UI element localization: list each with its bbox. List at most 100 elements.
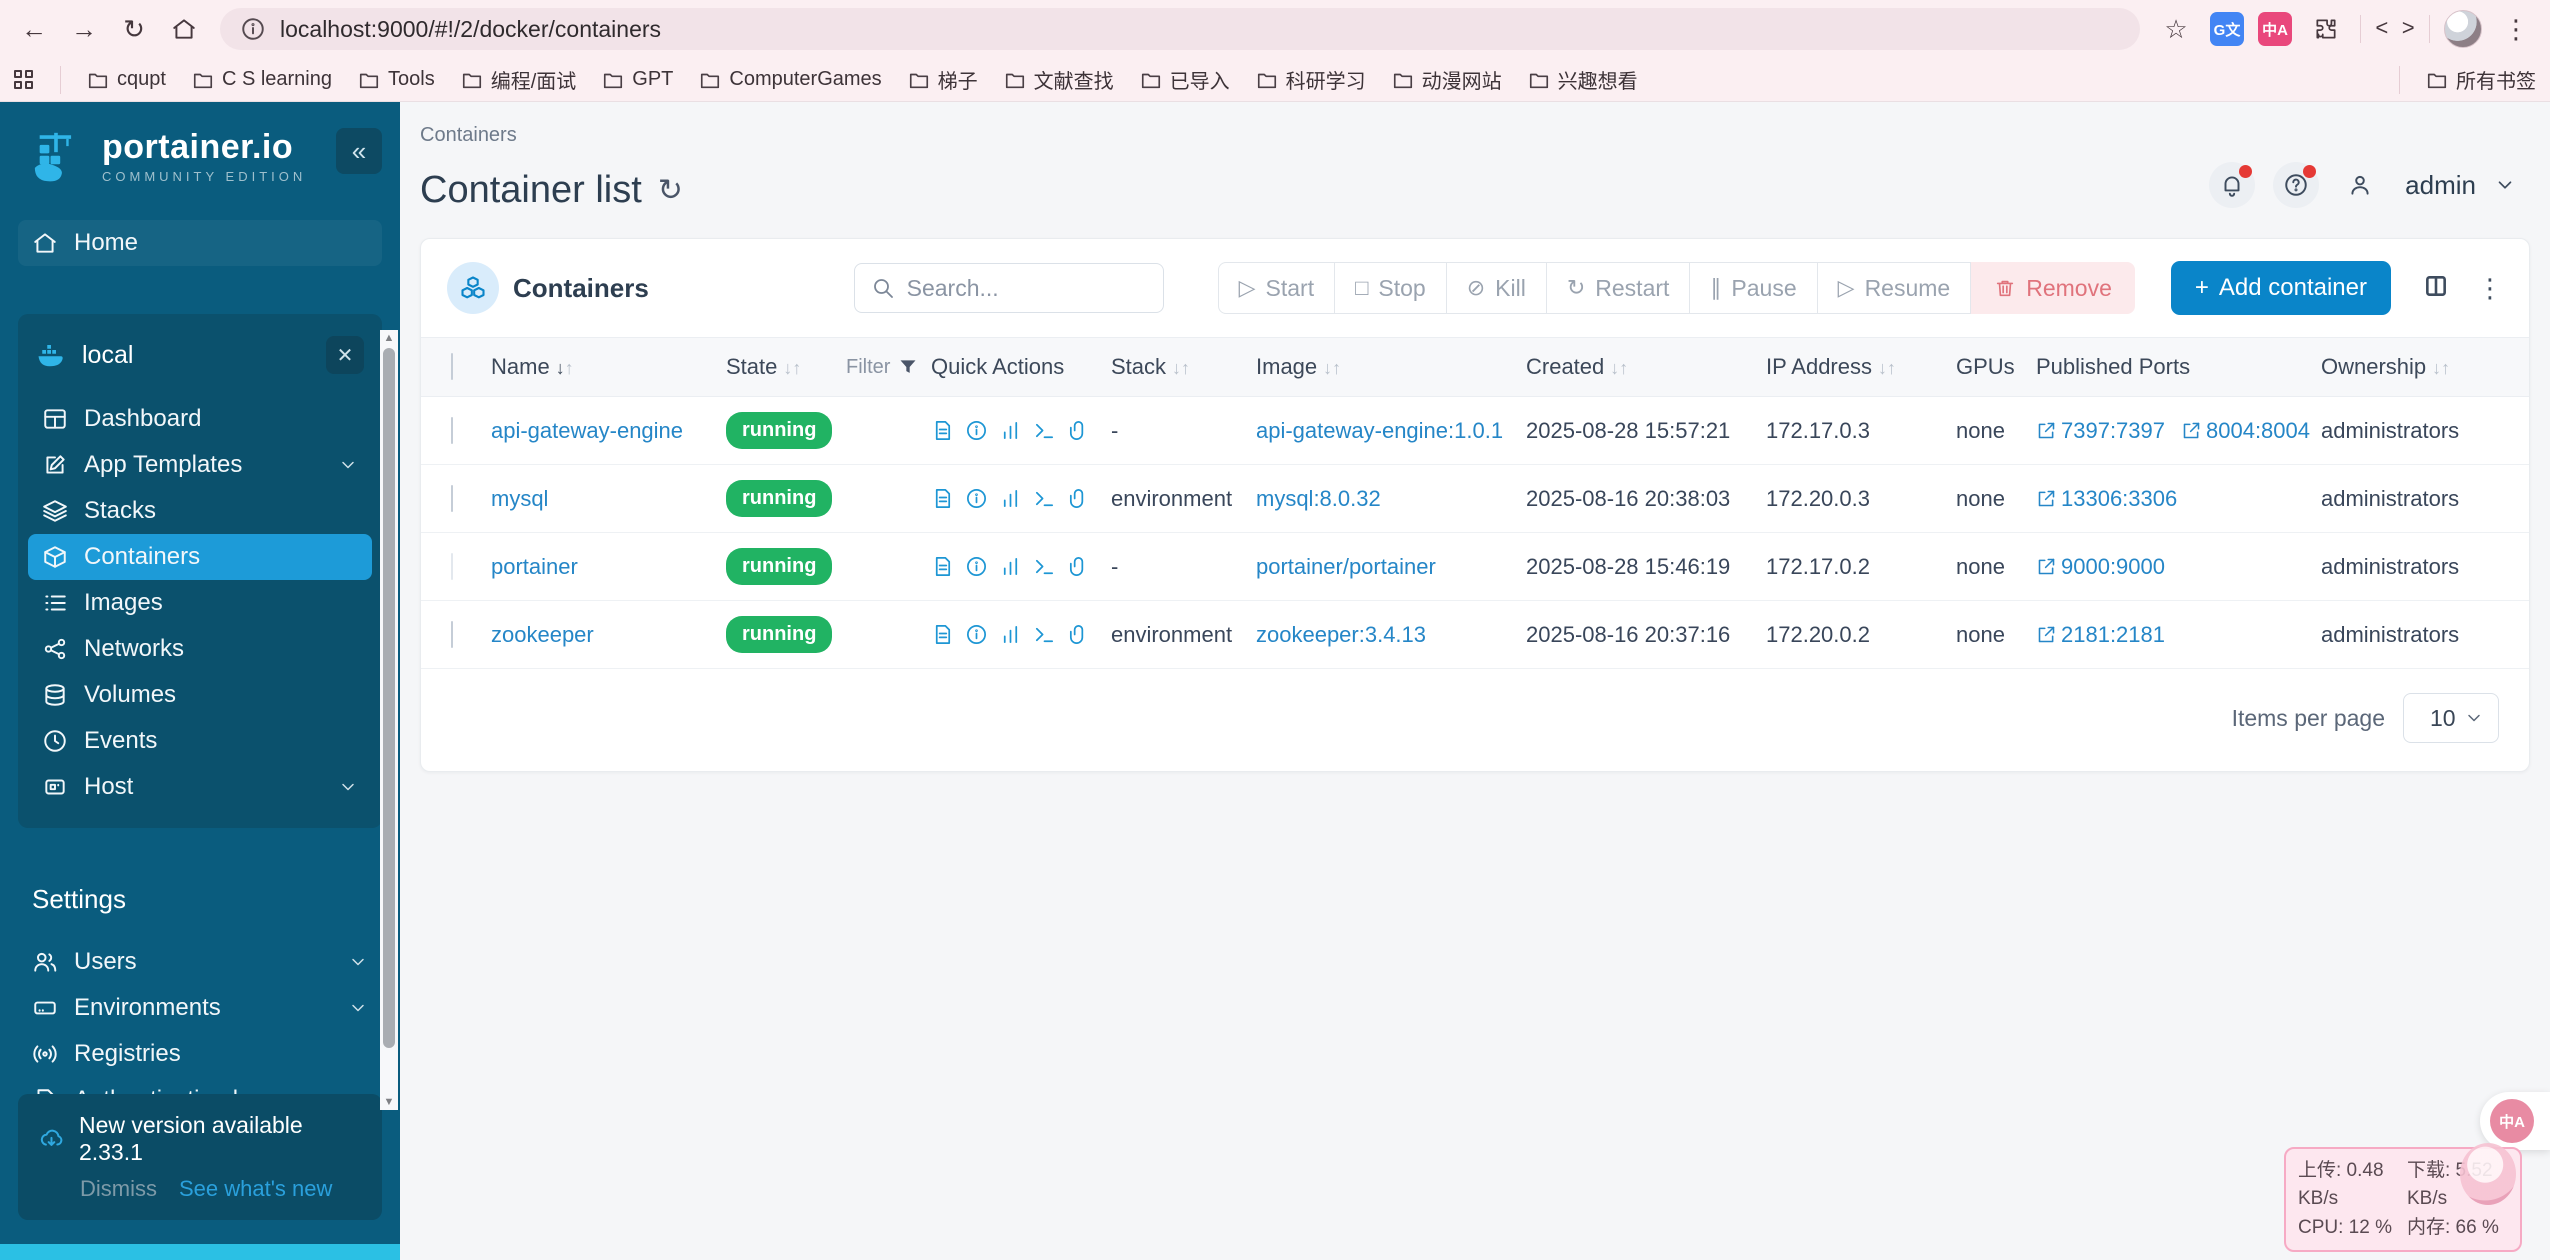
username[interactable]: admin <box>2405 170 2476 201</box>
published-port-link[interactable]: 2181:2181 <box>2036 622 2165 648</box>
published-port-link[interactable]: 8004:8004 <box>2181 418 2310 444</box>
attach-icon[interactable] <box>1067 623 1090 646</box>
inspect-icon[interactable] <box>965 623 988 646</box>
sidebar-item-volumes[interactable]: Volumes <box>28 672 372 718</box>
bookmark-folder[interactable]: 科研学习 <box>1256 65 1366 94</box>
kill-button[interactable]: ⊘ Kill <box>1446 262 1547 314</box>
sidebar-collapse-button[interactable]: « <box>336 128 382 174</box>
published-port-link[interactable]: 13306:3306 <box>2036 486 2177 512</box>
scroll-down-arrow[interactable]: ▼ <box>380 1094 398 1110</box>
bookmark-folder[interactable]: 动漫网站 <box>1392 65 1502 94</box>
inspect-icon[interactable] <box>965 555 988 578</box>
environment-close-button[interactable]: ✕ <box>326 336 364 374</box>
column-header-created[interactable]: Created ↓ ↑ <box>1526 354 1766 380</box>
container-name-link[interactable]: mysql <box>491 486 548 511</box>
resume-button[interactable]: ▷ Resume <box>1817 262 1972 314</box>
translate-extension-icon[interactable]: G文 <box>2210 12 2244 46</box>
forward-icon[interactable]: → <box>64 9 104 49</box>
logs-icon[interactable] <box>931 623 954 646</box>
image-link[interactable]: zookeeper:3.4.13 <box>1256 622 1426 647</box>
bookmark-folder[interactable]: 梯子 <box>908 65 978 94</box>
scroll-up-arrow[interactable]: ▲ <box>380 330 398 346</box>
bookmark-folder[interactable]: C S learning <box>192 68 332 91</box>
search-box[interactable] <box>853 263 1164 313</box>
column-header-name[interactable]: Name ↓ ↑ <box>491 354 726 380</box>
column-header-ownership[interactable]: Ownership ↓ ↑ <box>2321 354 2499 380</box>
profile-avatar[interactable] <box>2444 10 2482 48</box>
remove-button[interactable]: Remove <box>1971 262 2135 314</box>
row-checkbox[interactable] <box>451 484 453 512</box>
address-bar[interactable]: localhost:9000/#!/2/docker/containers <box>220 8 2140 50</box>
console-icon[interactable] <box>1033 487 1056 510</box>
attach-icon[interactable] <box>1067 419 1090 442</box>
sidebar-item-app-templates[interactable]: App Templates <box>28 442 372 488</box>
search-input[interactable] <box>906 274 1147 302</box>
sidebar-item-dashboard[interactable]: Dashboard <box>28 396 372 442</box>
state-filter-button[interactable]: Filter <box>846 356 931 379</box>
image-link[interactable]: api-gateway-engine:1.0.1 <box>1256 418 1503 443</box>
sidebar-item-events[interactable]: Events <box>28 718 372 764</box>
table-settings-kebab-icon[interactable]: ⋮ <box>2477 273 2503 304</box>
sidebar-scrollbar[interactable]: ▲ ▼ <box>380 330 398 1110</box>
bookmark-folder[interactable]: 已导入 <box>1140 65 1230 94</box>
column-header-stack[interactable]: Stack ↓ ↑ <box>1111 354 1256 380</box>
notifications-bell-button[interactable] <box>2209 162 2256 208</box>
bookmark-folder[interactable]: cqupt <box>87 68 166 91</box>
devtools-icon[interactable]: < > <box>2375 9 2415 49</box>
bookmark-folder[interactable]: ComputerGames <box>699 68 882 91</box>
chevron-down-icon[interactable] <box>2494 174 2516 196</box>
sidebar-item-networks[interactable]: Networks <box>28 626 372 672</box>
logs-icon[interactable] <box>931 555 954 578</box>
column-header-ip[interactable]: IP Address ↓ ↑ <box>1766 354 1956 380</box>
attach-icon[interactable] <box>1067 487 1090 510</box>
reload-icon[interactable]: ↻ <box>114 9 154 49</box>
all-bookmarks-folder[interactable]: 所有书签 <box>2426 65 2536 94</box>
start-button[interactable]: ▷ Start <box>1217 262 1336 314</box>
sidebar-item-registries[interactable]: Registries <box>18 1031 382 1077</box>
add-container-button[interactable]: + Add container <box>2170 261 2391 315</box>
logs-icon[interactable] <box>931 487 954 510</box>
logs-icon[interactable] <box>931 419 954 442</box>
stats-icon[interactable] <box>999 487 1022 510</box>
scrollbar-thumb[interactable] <box>383 348 395 1048</box>
stats-icon[interactable] <box>999 623 1022 646</box>
pause-button[interactable]: ∥ Pause <box>1690 262 1818 314</box>
stats-icon[interactable] <box>999 555 1022 578</box>
apps-grid-icon[interactable] <box>14 69 34 90</box>
attach-icon[interactable] <box>1067 555 1090 578</box>
user-menu-button[interactable] <box>2337 162 2383 208</box>
restart-button[interactable]: ↻ Restart <box>1546 262 1691 314</box>
breadcrumb[interactable]: Containers <box>420 124 2530 147</box>
floating-translate-button[interactable]: 中A <box>2480 1092 2550 1150</box>
image-link[interactable]: portainer/portainer <box>1256 554 1436 579</box>
console-icon[interactable] <box>1033 555 1056 578</box>
console-icon[interactable] <box>1033 419 1056 442</box>
sidebar-item-stacks[interactable]: Stacks <box>28 488 372 534</box>
cn-translate-extension-icon[interactable]: 中A <box>2258 12 2292 46</box>
sidebar-item-environments[interactable]: Environments <box>18 985 382 1031</box>
sidebar-item-home[interactable]: Home <box>18 220 382 266</box>
select-all-checkbox[interactable] <box>451 353 453 380</box>
console-icon[interactable] <box>1033 623 1056 646</box>
see-whats-new-link[interactable]: See what's new <box>179 1176 332 1202</box>
browser-menu-icon[interactable]: ⋮ <box>2496 9 2536 49</box>
container-name-link[interactable]: portainer <box>491 554 578 579</box>
stop-button[interactable]: □ Stop <box>1335 262 1447 314</box>
bookmark-folder[interactable]: 文献查找 <box>1004 65 1114 94</box>
columns-toggle-button[interactable] <box>2423 273 2449 304</box>
container-name-link[interactable]: zookeeper <box>491 622 594 647</box>
row-checkbox[interactable] <box>451 416 453 444</box>
sidebar-item-containers[interactable]: Containers <box>28 534 372 580</box>
bookmark-folder[interactable]: 兴趣想看 <box>1528 65 1638 94</box>
dismiss-link[interactable]: Dismiss <box>80 1176 157 1202</box>
inspect-icon[interactable] <box>965 487 988 510</box>
published-port-link[interactable]: 7397:7397 <box>2036 418 2165 444</box>
sidebar-item-host[interactable]: Host <box>28 764 372 810</box>
sidebar-item-users[interactable]: Users <box>18 939 382 985</box>
extensions-puzzle-icon[interactable] <box>2306 9 2346 49</box>
refresh-icon[interactable]: ↻ <box>658 173 683 208</box>
bookmark-folder[interactable]: Tools <box>358 68 435 91</box>
bookmark-folder[interactable]: GPT <box>602 68 673 91</box>
image-link[interactable]: mysql:8.0.32 <box>1256 486 1381 511</box>
stats-icon[interactable] <box>999 419 1022 442</box>
